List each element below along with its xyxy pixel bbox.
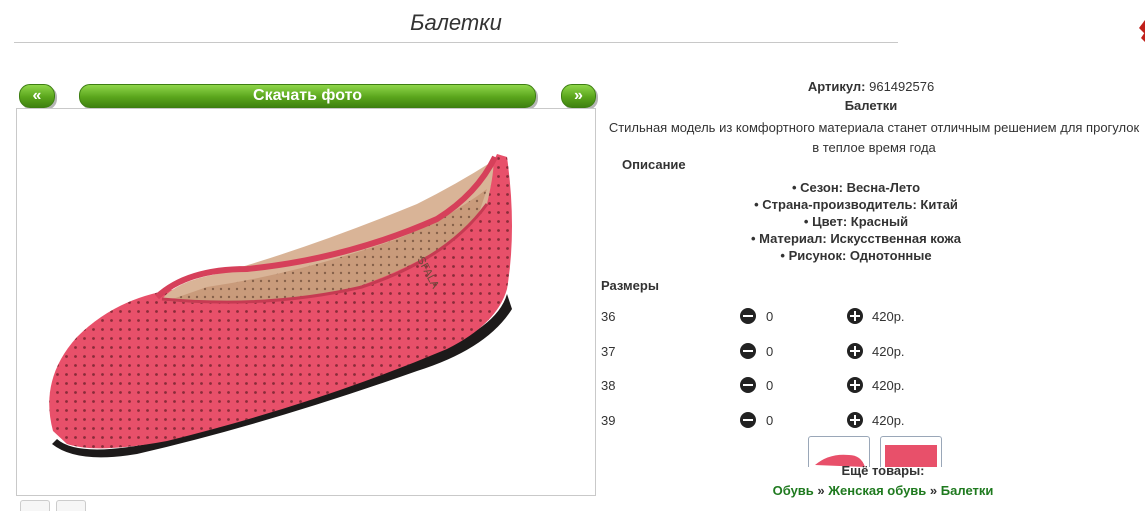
product-description: Стильная модель из комфортного материала… bbox=[608, 120, 1140, 155]
pink-ballet-flat-photo-icon: SFALA bbox=[49, 154, 512, 458]
property-item: Сезон: Весна-Лето bbox=[606, 179, 1106, 196]
size-row: 37 0 420р. bbox=[601, 342, 931, 362]
sku-label: Артикул: bbox=[807, 79, 866, 94]
size-value: 38 bbox=[601, 378, 616, 393]
page-title: Балетки bbox=[410, 10, 502, 35]
size-row: 38 0 420р. bbox=[601, 376, 931, 396]
download-photo-button[interactable]: Скачать фото bbox=[79, 84, 536, 108]
sku: Артикул: 961492576 bbox=[606, 79, 1136, 94]
price: 420р. bbox=[872, 309, 905, 324]
decrease-qty-icon[interactable] bbox=[740, 308, 756, 324]
decrease-qty-icon[interactable] bbox=[740, 377, 756, 393]
property-item: Страна-производитель: Китай bbox=[606, 196, 1106, 213]
thumbnail-tab[interactable] bbox=[20, 500, 50, 511]
size-row: 39 0 420р. bbox=[601, 411, 931, 431]
price: 420р. bbox=[872, 413, 905, 428]
increase-qty-icon[interactable] bbox=[847, 412, 863, 428]
size-row: 36 0 420р. bbox=[601, 307, 931, 327]
breadcrumb-separator: » bbox=[817, 483, 825, 498]
sizes-heading: Размеры bbox=[601, 278, 659, 293]
breadcrumb-link-shoes[interactable]: Обувь bbox=[773, 483, 814, 498]
property-item: Рисунок: Однотонные bbox=[606, 247, 1106, 264]
increase-qty-icon[interactable] bbox=[847, 343, 863, 359]
more-products-heading: Ещё товары: bbox=[841, 463, 925, 478]
next-photo-button[interactable]: » bbox=[561, 84, 596, 108]
corner-red-icon bbox=[1139, 20, 1145, 42]
size-value: 37 bbox=[601, 344, 616, 359]
increase-qty-icon[interactable] bbox=[847, 308, 863, 324]
previous-photo-button[interactable]: « bbox=[19, 84, 55, 108]
increase-qty-icon[interactable] bbox=[847, 377, 863, 393]
property-item: Цвет: Красный bbox=[606, 213, 1106, 230]
thumbnail-tab[interactable] bbox=[56, 500, 86, 511]
size-value: 39 bbox=[601, 413, 616, 428]
quantity: 0 bbox=[766, 344, 774, 359]
breadcrumb-link-ballet-flats[interactable]: Балетки bbox=[941, 483, 994, 498]
property-item: Материал: Искусственная кожа bbox=[606, 230, 1106, 247]
property-list: Сезон: Весна-Лето Страна-производитель: … bbox=[606, 179, 1106, 264]
title-divider bbox=[14, 42, 898, 43]
price: 420р. bbox=[872, 344, 905, 359]
breadcrumb-link-womens-shoes[interactable]: Женская обувь bbox=[828, 483, 926, 498]
price: 420р. bbox=[872, 378, 905, 393]
breadcrumb-separator: » bbox=[929, 483, 938, 498]
quantity: 0 bbox=[766, 309, 774, 324]
sku-value: 961492576 bbox=[869, 79, 935, 94]
quantity: 0 bbox=[766, 378, 774, 393]
breadcrumb: Обувь » Женская обувь » Балетки bbox=[626, 483, 1140, 498]
size-value: 36 bbox=[601, 309, 616, 324]
decrease-qty-icon[interactable] bbox=[740, 412, 756, 428]
decrease-qty-icon[interactable] bbox=[740, 343, 756, 359]
product-photo[interactable]: SFALA bbox=[16, 108, 596, 496]
description-heading: Описание bbox=[622, 157, 686, 172]
quantity: 0 bbox=[766, 413, 774, 428]
product-name: Балетки bbox=[844, 98, 898, 113]
